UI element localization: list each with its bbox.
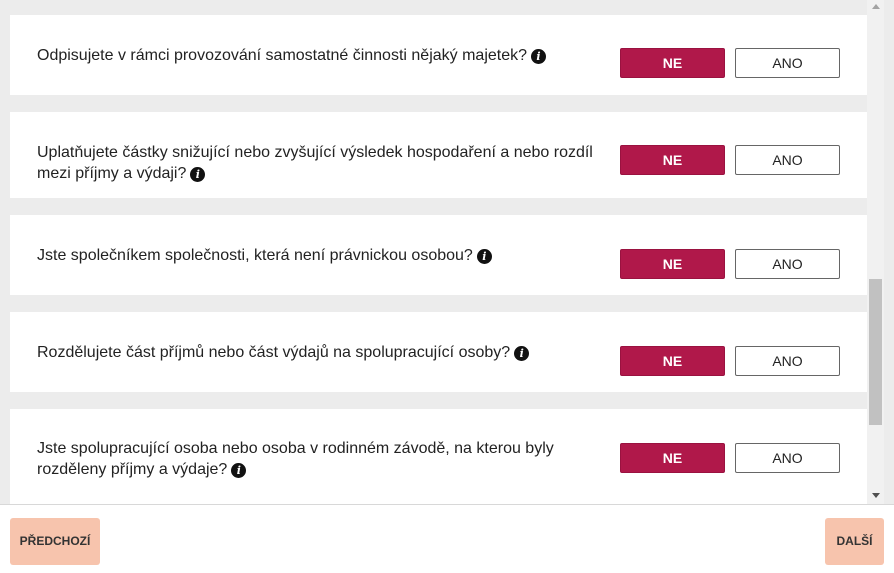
scrollbar-thumb[interactable]: [869, 279, 882, 425]
answer-no-button[interactable]: NE: [620, 48, 725, 78]
answer-yes-button[interactable]: ANO: [735, 145, 840, 175]
answer-no-button[interactable]: NE: [620, 249, 725, 279]
questions-scroll-area[interactable]: Odpisujete v rámci provozování samostatn…: [0, 0, 867, 504]
question-text: Jste spolupracující osoba nebo osoba v r…: [37, 438, 597, 480]
question-label: Uplatňujete částky snižující nebo zvyšuj…: [37, 144, 593, 182]
question-text: Uplatňujete částky snižující nebo zvyšuj…: [37, 142, 597, 184]
info-icon[interactable]: i: [231, 463, 247, 478]
answer-yes-button[interactable]: ANO: [735, 48, 840, 78]
vertical-scrollbar[interactable]: [867, 0, 884, 504]
answer-no-button[interactable]: NE: [620, 145, 725, 175]
answer-yes-button[interactable]: ANO: [735, 346, 840, 376]
question-text: Rozdělujete část příjmů nebo část výdajů…: [37, 342, 597, 363]
info-icon[interactable]: i: [514, 346, 530, 361]
question-label: Rozdělujete část příjmů nebo část výdajů…: [37, 344, 511, 361]
question-label: Jste společníkem společnosti, která není…: [37, 247, 473, 264]
previous-button[interactable]: PŘEDCHOZÍ: [10, 518, 100, 565]
question-card: Odpisujete v rámci provozování samostatn…: [10, 15, 867, 95]
question-text: Odpisujete v rámci provozování samostatn…: [37, 45, 597, 66]
info-icon[interactable]: i: [190, 167, 206, 182]
answer-yes-button[interactable]: ANO: [735, 443, 840, 473]
question-card: Jste spolupracující osoba nebo osoba v r…: [10, 409, 867, 504]
wizard-footer: PŘEDCHOZÍ DALŠÍ: [0, 504, 894, 573]
next-button[interactable]: DALŠÍ: [825, 518, 884, 565]
question-label: Odpisujete v rámci provozování samostatn…: [37, 47, 528, 64]
question-card: Rozdělujete část příjmů nebo část výdajů…: [10, 312, 867, 392]
question-card: Jste společníkem společnosti, která není…: [10, 215, 867, 295]
question-text: Jste společníkem společnosti, která není…: [37, 245, 597, 266]
question-card: Uplatňujete částky snižující nebo zvyšuj…: [10, 112, 867, 198]
scroll-down-arrow-icon[interactable]: [872, 493, 880, 498]
question-label: Jste spolupracující osoba nebo osoba v r…: [37, 440, 554, 478]
answer-no-button[interactable]: NE: [620, 443, 725, 473]
info-icon[interactable]: i: [531, 49, 547, 64]
answer-yes-button[interactable]: ANO: [735, 249, 840, 279]
scroll-up-arrow-icon[interactable]: [872, 4, 880, 9]
info-icon[interactable]: i: [476, 249, 492, 264]
answer-no-button[interactable]: NE: [620, 346, 725, 376]
